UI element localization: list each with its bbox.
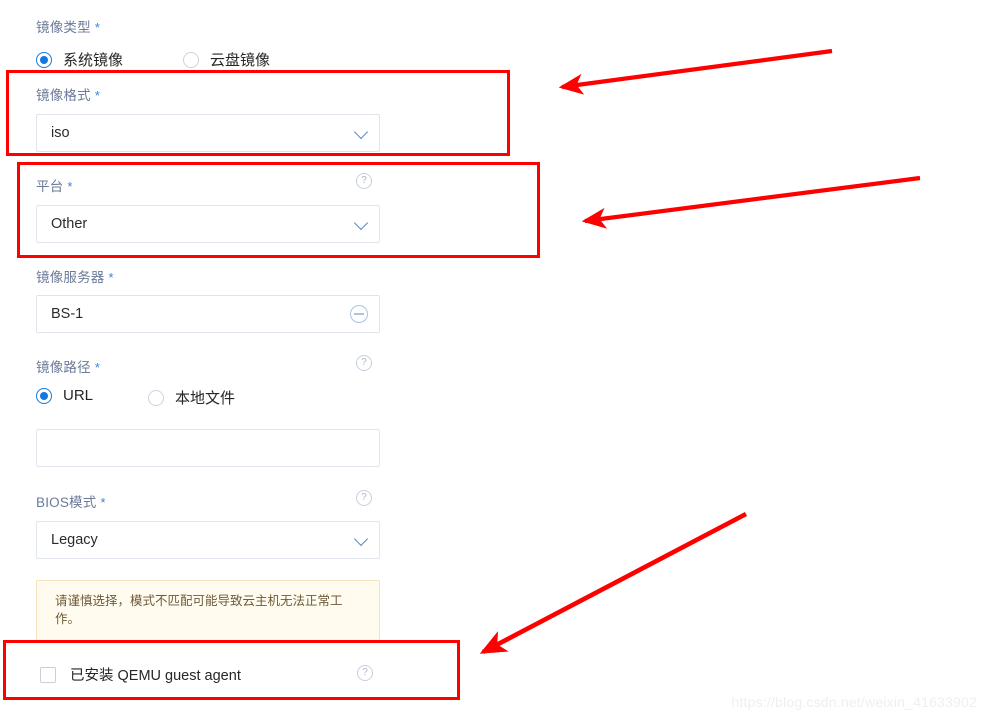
image-format-label: 镜像格式 * (36, 84, 100, 104)
image-path-label-text: 镜像路径 (36, 360, 91, 375)
bios-mode-required-mark: * (100, 495, 106, 510)
chevron-down-icon (353, 124, 369, 140)
watermark: https://blog.csdn.net/weixin_41633902 (731, 694, 977, 710)
radio-image-type-system[interactable]: 系统镜像 (36, 49, 123, 70)
qemu-agent-help-icon[interactable]: ? (357, 665, 373, 681)
image-server-value: BS-1 (51, 306, 84, 322)
arrow-to-image-format (558, 48, 833, 95)
checkbox-unchecked-icon[interactable] (40, 666, 56, 683)
radio-selected-icon (36, 387, 52, 404)
platform-required-mark: * (67, 179, 73, 194)
radio-unselected-icon (183, 51, 199, 68)
image-format-required-mark: * (94, 88, 101, 103)
radio-image-path-url[interactable]: URL (36, 387, 93, 404)
bios-mode-help-icon[interactable]: ? (356, 490, 372, 506)
platform-value: Other (51, 216, 88, 232)
bios-mode-value: Legacy (51, 532, 98, 548)
image-path-url-input[interactable] (36, 429, 380, 467)
image-format-select[interactable]: iso (36, 114, 380, 152)
radio-image-path-local-label: 本地文件 (175, 390, 236, 407)
image-type-label: 镜像类型 * (36, 16, 100, 36)
image-server-select[interactable]: BS-1 (36, 295, 380, 333)
radio-image-path-url-label: URL (63, 387, 94, 404)
minus-circle-icon[interactable] (350, 305, 368, 323)
radio-image-path-local[interactable]: 本地文件 (148, 387, 235, 408)
radio-unselected-icon (148, 389, 164, 406)
arrow-to-platform (581, 175, 921, 229)
bios-mode-label: BIOS模式 * (36, 491, 106, 511)
qemu-agent-label: 已安装 QEMU guest agent (70, 668, 241, 684)
chevron-down-icon (353, 215, 369, 231)
image-create-form: 镜像类型* 系统镜像 云盘镜像 镜像格式* iso 平台* ? Other (0, 0, 600, 716)
image-type-label-text: 镜像类型 (36, 20, 91, 35)
bios-mode-warning: 请谨慎选择，模式不匹配可能导致云主机无法正常工作。 (36, 580, 380, 641)
image-server-label-text: 镜像服务器 (36, 270, 105, 285)
bios-mode-select[interactable]: Legacy (36, 521, 380, 559)
image-path-label: 镜像路径 * (36, 356, 100, 376)
image-path-help-icon[interactable]: ? (356, 355, 372, 371)
radio-image-type-disk-label: 云盘镜像 (210, 52, 271, 69)
platform-select[interactable]: Other (36, 205, 380, 243)
image-server-label: 镜像服务器 * (36, 266, 114, 286)
radio-selected-icon (36, 51, 52, 68)
platform-label: 平台 * (36, 175, 73, 195)
image-type-required-mark: * (94, 20, 101, 35)
image-server-required-mark: * (108, 270, 114, 285)
bios-mode-label-text: BIOS模式 (36, 495, 97, 510)
image-path-required-mark: * (94, 360, 101, 375)
qemu-agent-checkbox-row[interactable]: 已安装 QEMU guest agent (40, 664, 241, 685)
chevron-down-icon (353, 531, 369, 547)
platform-label-text: 平台 (36, 179, 64, 194)
screenshot-root: 镜像类型* 系统镜像 云盘镜像 镜像格式* iso 平台* ? Other (0, 0, 985, 716)
radio-image-type-system-label: 系统镜像 (63, 52, 124, 69)
radio-image-type-disk[interactable]: 云盘镜像 (183, 49, 270, 70)
image-format-value: iso (51, 125, 70, 141)
platform-help-icon[interactable]: ? (356, 173, 372, 189)
image-format-label-text: 镜像格式 (36, 88, 91, 103)
